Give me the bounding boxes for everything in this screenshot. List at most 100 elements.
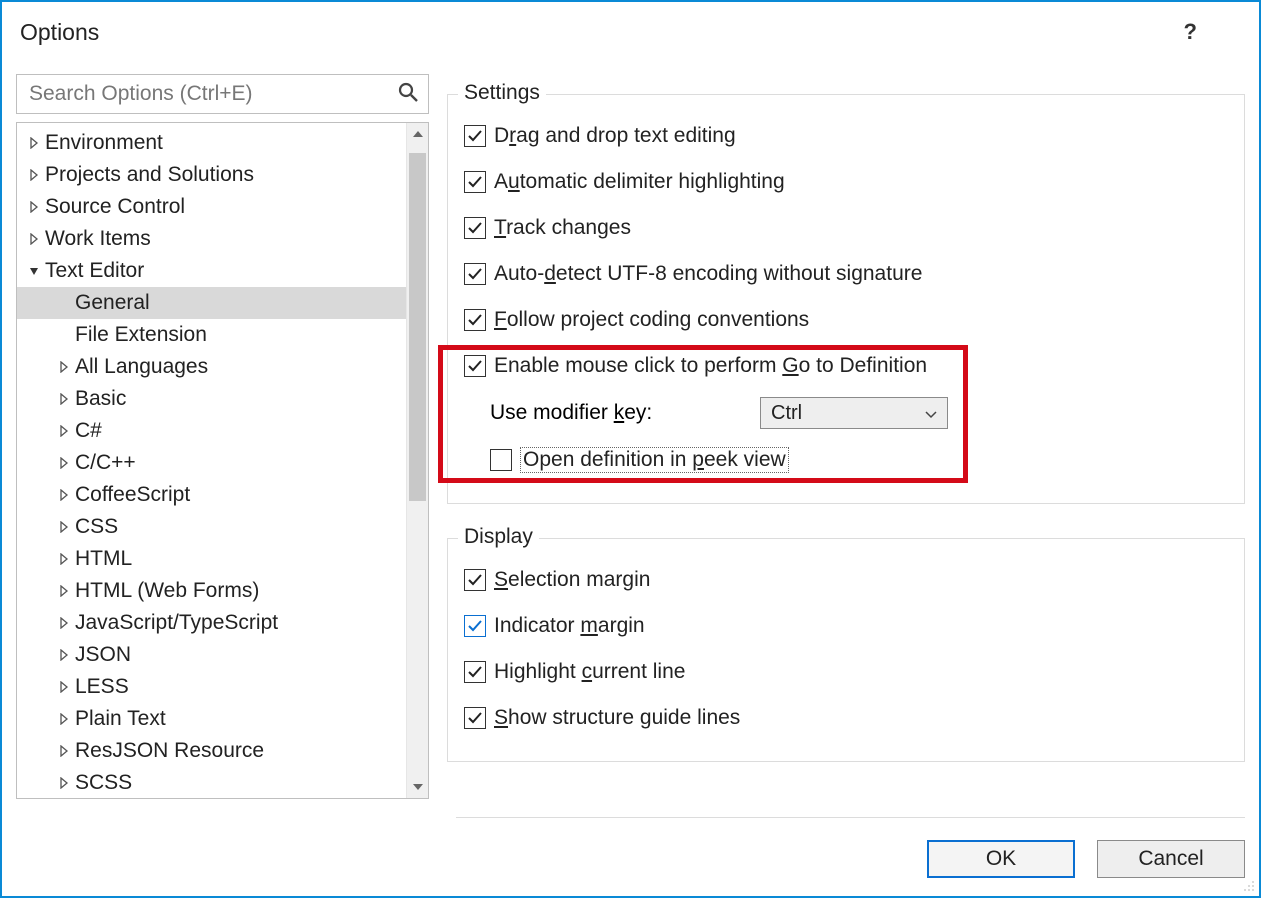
- tree-item-label: JavaScript/TypeScript: [75, 611, 278, 635]
- indicator-margin-label: Indicator margin: [494, 614, 645, 638]
- tree-item[interactable]: Projects and Solutions: [17, 159, 406, 191]
- expander-closed-icon[interactable]: [27, 136, 41, 150]
- expander-closed-icon[interactable]: [27, 168, 41, 182]
- tree-item[interactable]: Basic: [17, 383, 406, 415]
- tree-item-label: SCSS: [75, 771, 132, 795]
- tree-item[interactable]: Environment: [17, 127, 406, 159]
- track-changes-row[interactable]: Track changes: [464, 205, 1228, 251]
- expander-closed-icon[interactable]: [57, 456, 71, 470]
- expander-closed-icon[interactable]: [57, 488, 71, 502]
- options-dialog: Options ? EnvironmentProjects and Soluti…: [0, 0, 1261, 898]
- tree-item[interactable]: ResJSON Resource: [17, 735, 406, 767]
- tree-item[interactable]: CoffeeScript: [17, 479, 406, 511]
- tree-item[interactable]: Work Items: [17, 223, 406, 255]
- highlight-line-row[interactable]: Highlight current line: [464, 649, 1228, 695]
- follow-conv-checkbox[interactable]: [464, 309, 486, 331]
- auto-utf8-row[interactable]: Auto-detect UTF-8 encoding without signa…: [464, 251, 1228, 297]
- tree-item[interactable]: JavaScript/TypeScript: [17, 607, 406, 639]
- settings-group: Settings Drag and drop text editing Auto…: [447, 94, 1245, 504]
- modifier-key-value: Ctrl: [771, 402, 802, 425]
- expander-closed-icon[interactable]: [57, 712, 71, 726]
- tree-item[interactable]: HTML (Web Forms): [17, 575, 406, 607]
- expander-closed-icon[interactable]: [57, 424, 71, 438]
- expander-closed-icon[interactable]: [27, 200, 41, 214]
- tree-item[interactable]: CSS: [17, 511, 406, 543]
- cancel-button[interactable]: Cancel: [1097, 840, 1245, 878]
- search-input[interactable]: [27, 81, 398, 107]
- help-button[interactable]: ?: [1184, 19, 1197, 45]
- peek-checkbox[interactable]: [490, 449, 512, 471]
- peek-label: Open definition in peek view: [520, 447, 789, 473]
- tree-item[interactable]: HTML: [17, 543, 406, 575]
- modifier-key-label: Use modifier key:: [490, 401, 740, 425]
- drag-drop-checkbox[interactable]: [464, 125, 486, 147]
- expander-closed-icon[interactable]: [57, 552, 71, 566]
- ok-button[interactable]: OK: [927, 840, 1075, 878]
- options-tree: Environment Projects and Solutions Source …: [16, 122, 429, 799]
- display-group-title: Display: [458, 525, 539, 549]
- follow-conv-row[interactable]: Follow project coding conventions: [464, 297, 1228, 343]
- scroll-down-icon[interactable]: [407, 776, 428, 798]
- auto-delim-checkbox[interactable]: [464, 171, 486, 193]
- follow-conv-label: Follow project coding conventions: [494, 308, 809, 332]
- tree-item[interactable]: C/C++: [17, 447, 406, 479]
- scroll-thumb[interactable]: [409, 153, 426, 501]
- tree-item-label: JSON: [75, 643, 131, 667]
- auto-delim-row[interactable]: Automatic delimiter highlighting: [464, 159, 1228, 205]
- tree-item-label: Source Control: [45, 195, 185, 219]
- expander-closed-icon[interactable]: [57, 584, 71, 598]
- expander-closed-icon[interactable]: [27, 232, 41, 246]
- tree-item-label: ResJSON Resource: [75, 739, 264, 763]
- highlight-line-label: Highlight current line: [494, 660, 685, 684]
- selection-margin-label: Selection margin: [494, 568, 650, 592]
- tree-item[interactable]: Text Editor: [17, 255, 406, 287]
- peek-row[interactable]: Open definition in peek view: [464, 437, 1228, 483]
- tree-item[interactable]: General: [17, 287, 406, 319]
- expander-closed-icon[interactable]: [57, 744, 71, 758]
- expander-closed-icon[interactable]: [57, 520, 71, 534]
- expander-closed-icon[interactable]: [57, 648, 71, 662]
- drag-drop-label: Drag and drop text editing: [494, 124, 736, 148]
- settings-group-title: Settings: [458, 81, 546, 105]
- mouse-gtd-checkbox[interactable]: [464, 355, 486, 377]
- search-box[interactable]: [16, 74, 429, 114]
- track-changes-checkbox[interactable]: [464, 217, 486, 239]
- tree-item[interactable]: C#: [17, 415, 406, 447]
- tree-item[interactable]: Source Control: [17, 191, 406, 223]
- mouse-gtd-row[interactable]: Enable mouse click to perform Go to Defi…: [464, 343, 1228, 389]
- scroll-up-icon[interactable]: [407, 123, 428, 145]
- expander-closed-icon[interactable]: [57, 616, 71, 630]
- tree-item-label: Work Items: [45, 227, 151, 251]
- tree-item[interactable]: Plain Text: [17, 703, 406, 735]
- tree-body[interactable]: Environment Projects and Solutions Source …: [17, 123, 406, 798]
- selection-margin-checkbox[interactable]: [464, 569, 486, 591]
- tree-item[interactable]: LESS: [17, 671, 406, 703]
- indicator-margin-row[interactable]: Indicator margin: [464, 603, 1228, 649]
- auto-utf8-checkbox[interactable]: [464, 263, 486, 285]
- tree-item[interactable]: SCSS: [17, 767, 406, 798]
- tree-item-label: Environment: [45, 131, 163, 155]
- tree-item[interactable]: File Extension: [17, 319, 406, 351]
- resize-grip-icon[interactable]: [1241, 878, 1255, 892]
- tree-item-label: Plain Text: [75, 707, 166, 731]
- selection-margin-row[interactable]: Selection margin: [464, 557, 1228, 603]
- drag-drop-row[interactable]: Drag and drop text editing: [464, 113, 1228, 159]
- expander-closed-icon[interactable]: [57, 360, 71, 374]
- tree-item-label: File Extension: [75, 323, 207, 347]
- expander-open-icon[interactable]: [27, 264, 41, 278]
- tree-item[interactable]: JSON: [17, 639, 406, 671]
- expander-closed-icon[interactable]: [57, 392, 71, 406]
- modifier-key-combo[interactable]: Ctrl: [760, 397, 948, 429]
- modifier-key-row: Use modifier key: Ctrl: [464, 389, 1228, 437]
- structure-guides-checkbox[interactable]: [464, 707, 486, 729]
- tree-item-label: CSS: [75, 515, 118, 539]
- dialog-footer: OK Cancel: [456, 817, 1245, 896]
- tree-scrollbar[interactable]: [406, 123, 428, 798]
- tree-item[interactable]: All Languages: [17, 351, 406, 383]
- expander-closed-icon[interactable]: [57, 680, 71, 694]
- indicator-margin-checkbox[interactable]: [464, 615, 486, 637]
- structure-guides-row[interactable]: Show structure guide lines: [464, 695, 1228, 741]
- highlight-line-checkbox[interactable]: [464, 661, 486, 683]
- expander-closed-icon[interactable]: [57, 776, 71, 790]
- tree-item-label: General: [75, 291, 150, 315]
